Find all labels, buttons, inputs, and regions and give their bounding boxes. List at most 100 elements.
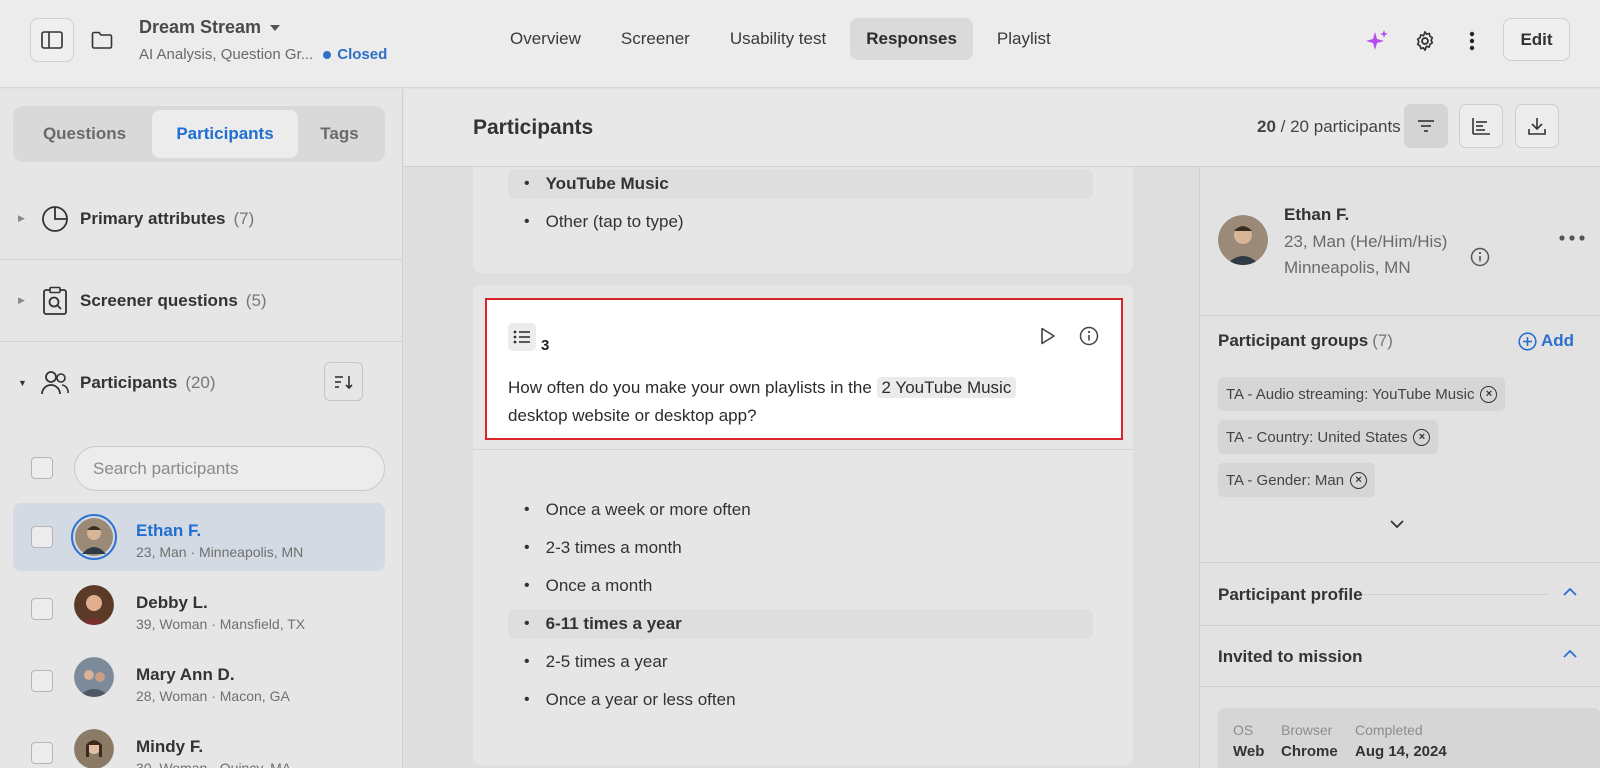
caret-right-icon: ▶ bbox=[18, 213, 25, 223]
answer-option-selected: YouTube Music bbox=[508, 169, 1093, 199]
avatar bbox=[74, 585, 114, 625]
participant-row[interactable]: Mary Ann D. 28, Woman · Macon, GA bbox=[13, 647, 385, 715]
info-icon[interactable] bbox=[1470, 247, 1490, 267]
remove-tag-icon[interactable]: × bbox=[1480, 385, 1498, 403]
download-button[interactable] bbox=[1515, 104, 1559, 148]
divider bbox=[1200, 686, 1600, 687]
row-checkbox[interactable] bbox=[31, 742, 53, 764]
group-tag-label: TA - Country: United States bbox=[1226, 428, 1408, 446]
question-text-after: desktop website or desktop app? bbox=[508, 406, 757, 425]
group-tag-label: TA - Gender: Man bbox=[1226, 471, 1345, 489]
question-text-before: How often do you make your own playlists… bbox=[508, 378, 872, 397]
section-label: Primary attributes bbox=[80, 208, 226, 228]
section-participants[interactable]: ▼ Participants (20) bbox=[0, 342, 403, 424]
participant-name: Mary Ann D. bbox=[136, 665, 235, 684]
filter-icon bbox=[1418, 120, 1434, 132]
project-title[interactable]: Dream Stream bbox=[139, 17, 281, 38]
search-input[interactable]: Search participants bbox=[74, 446, 385, 491]
view-segmented-control: Questions Participants Tags bbox=[13, 106, 385, 162]
main-nav: Overview Screener Usability test Respons… bbox=[494, 18, 1067, 60]
question-text: How often do you make your own playlists… bbox=[508, 374, 1068, 430]
group-tag: TA - Gender: Man × bbox=[1218, 463, 1376, 497]
page-title: Participants bbox=[473, 116, 594, 139]
clipboard-search-icon bbox=[38, 284, 72, 318]
avatar bbox=[74, 729, 114, 768]
participant-row[interactable]: Mindy F. 30, Woman · Quincy, MA bbox=[13, 719, 385, 768]
search-placeholder: Search participants bbox=[93, 458, 239, 478]
participant-row[interactable]: Ethan F. 23, Man · Minneapolis, MN bbox=[13, 503, 385, 571]
answer-option: Once a week or more often bbox=[508, 495, 1093, 525]
expand-groups-chevron-icon[interactable] bbox=[1389, 519, 1405, 529]
tab-usability-test[interactable]: Usability test bbox=[714, 18, 842, 60]
card-divider bbox=[473, 449, 1133, 450]
device-completed: Completed Aug 14, 2024 bbox=[1355, 722, 1447, 760]
group-tag-label: TA - Audio streaming: YouTube Music bbox=[1226, 385, 1475, 403]
bar-chart-icon bbox=[1472, 118, 1490, 135]
info-icon[interactable] bbox=[1079, 326, 1099, 346]
segment-questions[interactable]: Questions bbox=[17, 110, 152, 158]
participant-groups-title: Participant groups (7) bbox=[1218, 331, 1393, 351]
chevron-up-icon[interactable] bbox=[1562, 649, 1578, 659]
avatar bbox=[71, 514, 117, 560]
participants-header: Participants 20 / 20 participants bbox=[404, 89, 1600, 167]
previous-question-card: YouTube Music Other (tap to type) bbox=[473, 149, 1133, 273]
responses-panel: Participants 20 / 20 participants YouTub… bbox=[404, 89, 1600, 768]
settings-gear-icon[interactable] bbox=[1412, 28, 1438, 54]
chevron-up-icon[interactable] bbox=[1562, 587, 1578, 597]
project-subtitle: AI Analysis, Question Gr... Closed bbox=[139, 46, 387, 63]
edit-button[interactable]: Edit bbox=[1503, 18, 1570, 61]
section-label: Screener questions bbox=[80, 290, 238, 310]
participant-name: Mindy F. bbox=[136, 737, 204, 756]
more-vertical-icon[interactable] bbox=[1462, 28, 1482, 54]
device-browser: Browser Chrome bbox=[1281, 722, 1338, 760]
tab-playlist[interactable]: Playlist bbox=[981, 18, 1067, 60]
group-tag: TA - Audio streaming: YouTube Music × bbox=[1218, 377, 1506, 411]
status-badge: Closed bbox=[337, 46, 388, 63]
folder-icon[interactable] bbox=[90, 28, 114, 52]
tab-screener[interactable]: Screener bbox=[605, 18, 706, 60]
participant-groups-label: Participant groups bbox=[1218, 331, 1369, 350]
remove-tag-icon[interactable]: × bbox=[1413, 428, 1431, 446]
sort-button[interactable] bbox=[324, 362, 363, 401]
participant-count: 20 / 20 participants bbox=[1257, 117, 1401, 137]
chart-view-button[interactable] bbox=[1459, 104, 1503, 148]
plus-circle-icon bbox=[1518, 331, 1537, 351]
more-horizontal-icon[interactable] bbox=[1558, 234, 1586, 242]
participant-count-shown: 20 bbox=[1257, 117, 1276, 136]
play-icon[interactable] bbox=[1040, 327, 1056, 345]
ai-sparkle-icon[interactable] bbox=[1364, 28, 1390, 54]
segment-participants[interactable]: Participants bbox=[152, 110, 298, 158]
list-icon bbox=[508, 323, 536, 351]
answer-option: 2-5 times a year bbox=[508, 647, 1093, 677]
section-screener-questions[interactable]: ▶ Screener questions (5) bbox=[0, 260, 403, 342]
participant-profile-title[interactable]: Participant profile bbox=[1218, 585, 1363, 605]
divider bbox=[1200, 625, 1600, 626]
section-count: (5) bbox=[245, 290, 267, 310]
row-checkbox[interactable] bbox=[31, 670, 53, 692]
answer-option: Other (tap to type) bbox=[508, 207, 1093, 237]
filter-button[interactable] bbox=[1404, 104, 1448, 148]
section-rule bbox=[1363, 594, 1548, 595]
invited-to-mission-title[interactable]: Invited to mission bbox=[1218, 647, 1363, 667]
participant-row[interactable]: Debby L. 39, Woman · Mansfield, TX bbox=[13, 575, 385, 643]
participant-groups-count: (7) bbox=[1372, 331, 1393, 350]
device-browser-value: Chrome bbox=[1281, 743, 1338, 760]
remove-tag-icon[interactable]: × bbox=[1350, 471, 1368, 489]
tab-responses[interactable]: Responses bbox=[850, 18, 973, 60]
section-primary-attributes[interactable]: ▶ Primary attributes (7) bbox=[0, 178, 403, 260]
answer-option: Once a month bbox=[508, 571, 1093, 601]
select-all-checkbox[interactable] bbox=[31, 457, 53, 479]
add-group-button[interactable]: Add bbox=[1518, 331, 1574, 351]
row-checkbox[interactable] bbox=[31, 598, 53, 620]
tab-overview[interactable]: Overview bbox=[494, 18, 597, 60]
download-icon bbox=[1528, 118, 1546, 135]
avatar bbox=[1218, 215, 1268, 265]
profile-location: Minneapolis, MN bbox=[1284, 258, 1411, 277]
segment-tags[interactable]: Tags bbox=[298, 110, 381, 158]
profile-name: Ethan F. bbox=[1284, 205, 1350, 224]
sidebar-toggle-button[interactable] bbox=[30, 18, 74, 62]
device-os-value: Web bbox=[1233, 743, 1265, 760]
row-checkbox[interactable] bbox=[31, 526, 53, 548]
answer-option: 2-3 times a month bbox=[508, 533, 1093, 563]
profile-demographics: 23, Man (He/Him/His) bbox=[1284, 232, 1448, 251]
